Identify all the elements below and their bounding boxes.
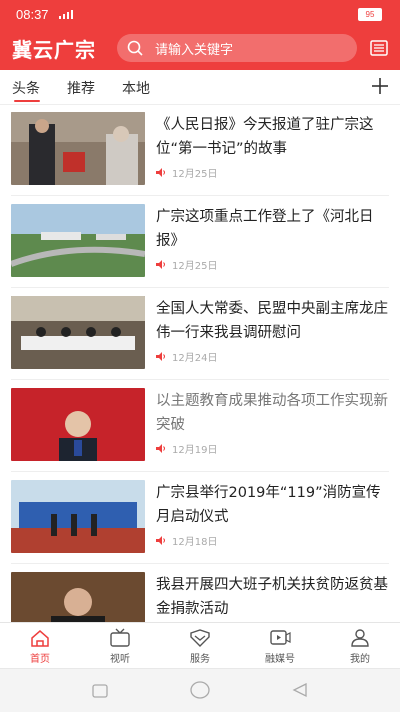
recents-icon[interactable] bbox=[92, 683, 108, 702]
speaker-icon[interactable] bbox=[156, 444, 166, 456]
news-date: 12月18日 bbox=[172, 537, 218, 548]
news-thumbnail bbox=[11, 204, 145, 277]
tab-media[interactable]: 融媒号 bbox=[240, 623, 320, 669]
news-title: 我县开展四大班子机关扶贫防返贫基金捐款活动 bbox=[156, 577, 388, 617]
news-meta: 12月25日 bbox=[156, 257, 217, 272]
tab-home[interactable]: 首页 bbox=[0, 623, 80, 669]
tab-profile[interactable]: 我的 bbox=[320, 623, 400, 669]
media-icon bbox=[269, 628, 291, 652]
user-icon bbox=[349, 628, 371, 652]
list-item[interactable]: 以主题教育成果推动各项工作实现新突破 12月19日 bbox=[0, 379, 400, 471]
news-meta: 12月24日 bbox=[156, 349, 217, 364]
tab-label: 视听 bbox=[110, 654, 130, 665]
news-meta: 12月19日 bbox=[156, 441, 217, 456]
category-tabs: 头条 推荐 本地 bbox=[0, 70, 400, 105]
search-placeholder: 请输入关键字 bbox=[155, 43, 234, 58]
signal-icon bbox=[58, 8, 76, 22]
list-item[interactable]: 《人民日报》今天报道了驻广宗这位“第一书记”的故事 12月25日 bbox=[0, 103, 400, 195]
system-nav-bar bbox=[0, 668, 400, 712]
news-title: 以主题教育成果推动各项工作实现新突破 bbox=[156, 393, 388, 433]
app-header: 冀云广宗 请输入关键字 bbox=[0, 28, 400, 70]
list-item[interactable]: 我县开展四大班子机关扶贫防返贫基金捐款活动 bbox=[0, 563, 400, 622]
back-icon[interactable] bbox=[292, 682, 308, 702]
status-bar: 08:37 95 bbox=[0, 0, 400, 28]
news-date: 12月25日 bbox=[172, 169, 218, 180]
news-date: 12月25日 bbox=[172, 261, 218, 272]
tab-recommend[interactable]: 推荐 bbox=[67, 78, 95, 98]
home-circle-icon[interactable] bbox=[190, 681, 210, 703]
news-thumbnail bbox=[11, 480, 145, 553]
active-tab-indicator bbox=[14, 100, 40, 102]
tab-label: 融媒号 bbox=[265, 654, 295, 665]
speaker-icon[interactable] bbox=[156, 352, 166, 364]
tab-local[interactable]: 本地 bbox=[122, 78, 150, 98]
news-title: 广宗县举行2019年“119”消防宣传月启动仪式 bbox=[156, 485, 381, 525]
tab-video[interactable]: 视听 bbox=[80, 623, 160, 669]
bottom-tab-bar: 首页 视听 服务 融媒号 我的 bbox=[0, 622, 400, 669]
home-icon bbox=[29, 628, 51, 652]
services-icon bbox=[189, 628, 211, 652]
battery-icon: 95 bbox=[358, 8, 382, 21]
news-thumbnail bbox=[11, 572, 145, 622]
tv-icon bbox=[109, 628, 131, 652]
tab-services[interactable]: 服务 bbox=[160, 623, 240, 669]
list-item[interactable]: 广宗这项重点工作登上了《河北日报》 12月25日 bbox=[0, 195, 400, 287]
app-logo: 冀云广宗 bbox=[12, 38, 96, 62]
news-thumbnail bbox=[11, 296, 145, 369]
list-item[interactable]: 广宗县举行2019年“119”消防宣传月启动仪式 12月18日 bbox=[0, 471, 400, 563]
speaker-icon[interactable] bbox=[156, 168, 166, 180]
news-title: 广宗这项重点工作登上了《河北日报》 bbox=[156, 209, 374, 249]
news-title: 《人民日报》今天报道了驻广宗这位“第一书记”的故事 bbox=[156, 117, 374, 157]
news-thumbnail bbox=[11, 112, 145, 185]
tab-label: 我的 bbox=[350, 654, 370, 665]
tab-headlines[interactable]: 头条 bbox=[12, 78, 40, 98]
tab-label: 服务 bbox=[190, 654, 210, 665]
status-time: 08:37 bbox=[16, 7, 49, 22]
news-thumbnail bbox=[11, 388, 145, 461]
news-meta: 12月18日 bbox=[156, 533, 217, 548]
news-title: 全国人大常委、民盟中央副主席龙庄伟一行来我县调研慰问 bbox=[156, 301, 388, 341]
tab-label: 首页 bbox=[30, 654, 50, 665]
add-icon[interactable] bbox=[370, 76, 390, 100]
news-date: 12月19日 bbox=[172, 445, 218, 456]
search-input[interactable]: 请输入关键字 bbox=[117, 34, 357, 62]
news-date: 12月24日 bbox=[172, 353, 218, 364]
speaker-icon[interactable] bbox=[156, 260, 166, 272]
list-item[interactable]: 全国人大常委、民盟中央副主席龙庄伟一行来我县调研慰问 12月24日 bbox=[0, 287, 400, 379]
speaker-icon[interactable] bbox=[156, 536, 166, 548]
search-icon bbox=[127, 40, 143, 60]
newspaper-icon[interactable] bbox=[370, 40, 388, 60]
news-meta: 12月25日 bbox=[156, 165, 217, 180]
